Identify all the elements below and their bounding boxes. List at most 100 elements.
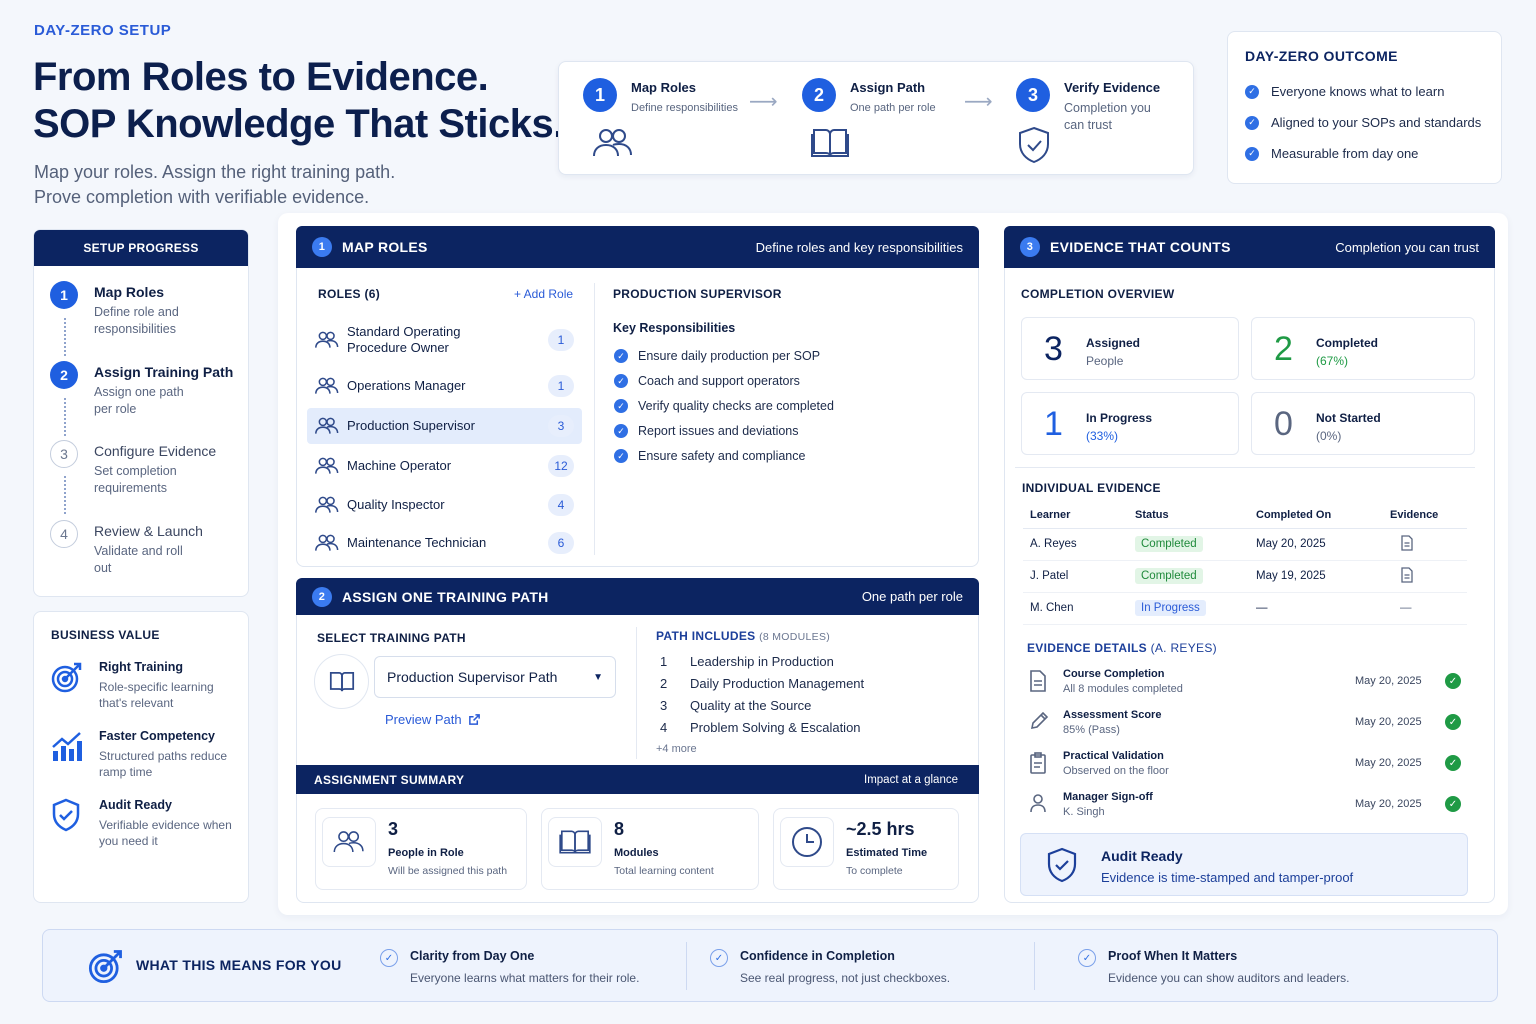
role-item[interactable]: Quality Inspector 4	[307, 487, 582, 523]
evidence-detail-item[interactable]: Assessment Score 85% (Pass) May 20, 2025 ✓	[1021, 709, 1471, 749]
evidence-file-button[interactable]	[1400, 566, 1414, 586]
flow-card: 1 Map Roles Define responsibilities ⟶ 2 …	[558, 61, 1194, 175]
add-role-button[interactable]: + Add Role	[514, 287, 573, 301]
completion-overview-label: COMPLETION OVERVIEW	[1021, 287, 1175, 301]
benefit-title: Clarity from Day One	[410, 949, 535, 963]
audit-ready-banner: Audit Ready Evidence is time-stamped and…	[1020, 833, 1468, 896]
preview-path-link[interactable]: Preview Path	[385, 712, 481, 727]
column-header[interactable]: Completed On	[1256, 502, 1390, 529]
divider	[636, 627, 637, 759]
step-connector	[64, 318, 66, 356]
outcome-item: ✓ Aligned to your SOPs and standards	[1245, 115, 1481, 130]
check-icon: ✓	[614, 449, 628, 463]
role-item[interactable]: Operations Manager 1	[307, 368, 582, 404]
summary-subtitle: Impact at a glance	[864, 773, 958, 786]
divider	[686, 942, 687, 990]
step-title: Assign Training Path	[94, 364, 234, 380]
role-detail: PRODUCTION SUPERVISOR Key Responsibiliti…	[594, 227, 979, 567]
table-header-row: Learner Status Completed On Evidence	[1023, 502, 1467, 529]
stat-value: 3	[388, 819, 399, 839]
column-header[interactable]: Evidence	[1390, 502, 1467, 529]
arrow-right-icon: ⟶	[964, 91, 993, 113]
evidence-detail-item[interactable]: Course Completion All 8 modules completed…	[1021, 668, 1471, 708]
divider	[1015, 467, 1475, 468]
check-icon: ✓	[1245, 146, 1259, 161]
flow-step-number: 3	[1016, 78, 1050, 112]
overview-title: In Progress	[1086, 411, 1153, 425]
title-line-1: From Roles to Evidence.	[33, 55, 489, 99]
page-title: From Roles to Evidence. SOP Knowledge Th…	[33, 54, 564, 148]
individual-evidence-label: INDIVIDUAL EVIDENCE	[1022, 481, 1161, 495]
table-row[interactable]: A. Reyes Completed May 20, 2025	[1023, 528, 1467, 561]
status-cell: In Progress	[1135, 592, 1256, 625]
training-path-select[interactable]: Production Supervisor Path ▼	[374, 656, 616, 698]
responsibility-label: Ensure daily production per SOP	[638, 349, 821, 363]
document-icon	[1401, 566, 1413, 583]
module-item: 3 Quality at the Source	[660, 698, 811, 713]
role-item[interactable]: Machine Operator 12	[307, 448, 582, 484]
role-item[interactable]: Standard Operating Procedure Owner 1	[307, 322, 582, 358]
eyebrow-label: DAY-ZERO SETUP	[34, 22, 172, 39]
flow-sub-line-1: Completion you	[1064, 101, 1151, 115]
role-item[interactable]: Production Supervisor 3	[307, 408, 582, 444]
step-number: 3	[50, 440, 78, 468]
status-cell: Completed	[1135, 528, 1256, 561]
bv-desc: Verifiable evidence when you need it	[99, 818, 232, 848]
detail-title: Practical Validation	[1063, 750, 1164, 762]
date-cell: —	[1256, 592, 1390, 625]
detail-desc: K. Singh	[1063, 806, 1105, 818]
table-row[interactable]: J. Patel Completed May 19, 2025	[1023, 560, 1467, 593]
more-modules-link[interactable]: +4 more	[656, 743, 697, 755]
flow-step-title: Verify Evidence	[1064, 80, 1161, 95]
overview-desc: (0%)	[1316, 429, 1342, 443]
column-header[interactable]: Learner	[1023, 502, 1135, 529]
person-icon	[1029, 793, 1047, 818]
assignment-summary-header: ASSIGNMENT SUMMARY Impact at a glance	[296, 765, 979, 794]
evidence-details-label: EVIDENCE DETAILS (A. REYES)	[1027, 641, 1217, 655]
stat-value: 8	[614, 819, 625, 839]
overview-title: Not Started	[1316, 411, 1381, 425]
overview-value: 2	[1274, 330, 1293, 368]
evidence-detail-item[interactable]: Practical Validation Observed on the floo…	[1021, 750, 1471, 790]
responsibility-label: Verify quality checks are completed	[638, 399, 834, 413]
overview-desc: People	[1086, 354, 1124, 368]
role-name: Quality Inspector	[347, 497, 445, 512]
check-icon: ✓	[1245, 84, 1259, 99]
step-desc: Assign one path per role	[94, 385, 184, 416]
stat-desc: To complete	[846, 865, 903, 877]
step-connector	[64, 476, 66, 514]
module-name: Leadership in Production	[690, 654, 834, 669]
section-title: MAP ROLES	[342, 239, 428, 255]
external-link-icon	[468, 714, 480, 725]
evidence-cell	[1390, 528, 1467, 561]
flow-step-sub: One path per role	[850, 102, 936, 114]
growth-chart-icon	[52, 732, 82, 761]
status-badge: Completed	[1135, 568, 1203, 584]
arrow-right-icon: ⟶	[749, 91, 778, 113]
people-icon	[593, 129, 632, 157]
evidence-detail-item[interactable]: Manager Sign-off K. Singh May 20, 2025 ✓	[1021, 791, 1471, 831]
check-icon: ✓	[1078, 949, 1096, 967]
role-name: Maintenance Technician	[347, 535, 487, 550]
detail-title: Assessment Score	[1063, 709, 1162, 721]
section-title: ASSIGN ONE TRAINING PATH	[342, 588, 549, 605]
role-name: Operations Manager	[347, 378, 466, 393]
evidence-file-button[interactable]	[1400, 534, 1414, 554]
table-row[interactable]: M. Chen In Progress — —	[1023, 592, 1467, 625]
stat-value: ~2.5 hrs	[846, 819, 915, 839]
business-value-item: Right Training Role-specific learning th…	[50, 660, 214, 710]
check-icon: ✓	[380, 949, 398, 967]
book-icon	[548, 817, 602, 867]
role-item[interactable]: Maintenance Technician 6	[307, 525, 582, 561]
pencil-icon	[1029, 711, 1049, 736]
benefit-desc: Evidence you can show auditors and leade…	[1108, 971, 1350, 985]
column-header[interactable]: Status	[1135, 502, 1256, 529]
date-cell: May 19, 2025	[1256, 560, 1390, 593]
map-roles-panel: 1 MAP ROLES Define roles and key responsi…	[296, 226, 979, 567]
role-count-badge: 3	[548, 415, 574, 437]
stat-title: People in Role	[388, 847, 464, 859]
section-number: 3	[1020, 237, 1040, 257]
summary-title: ASSIGNMENT SUMMARY	[314, 772, 465, 787]
overview-value: 1	[1044, 405, 1063, 443]
status-cell: Completed	[1135, 560, 1256, 593]
